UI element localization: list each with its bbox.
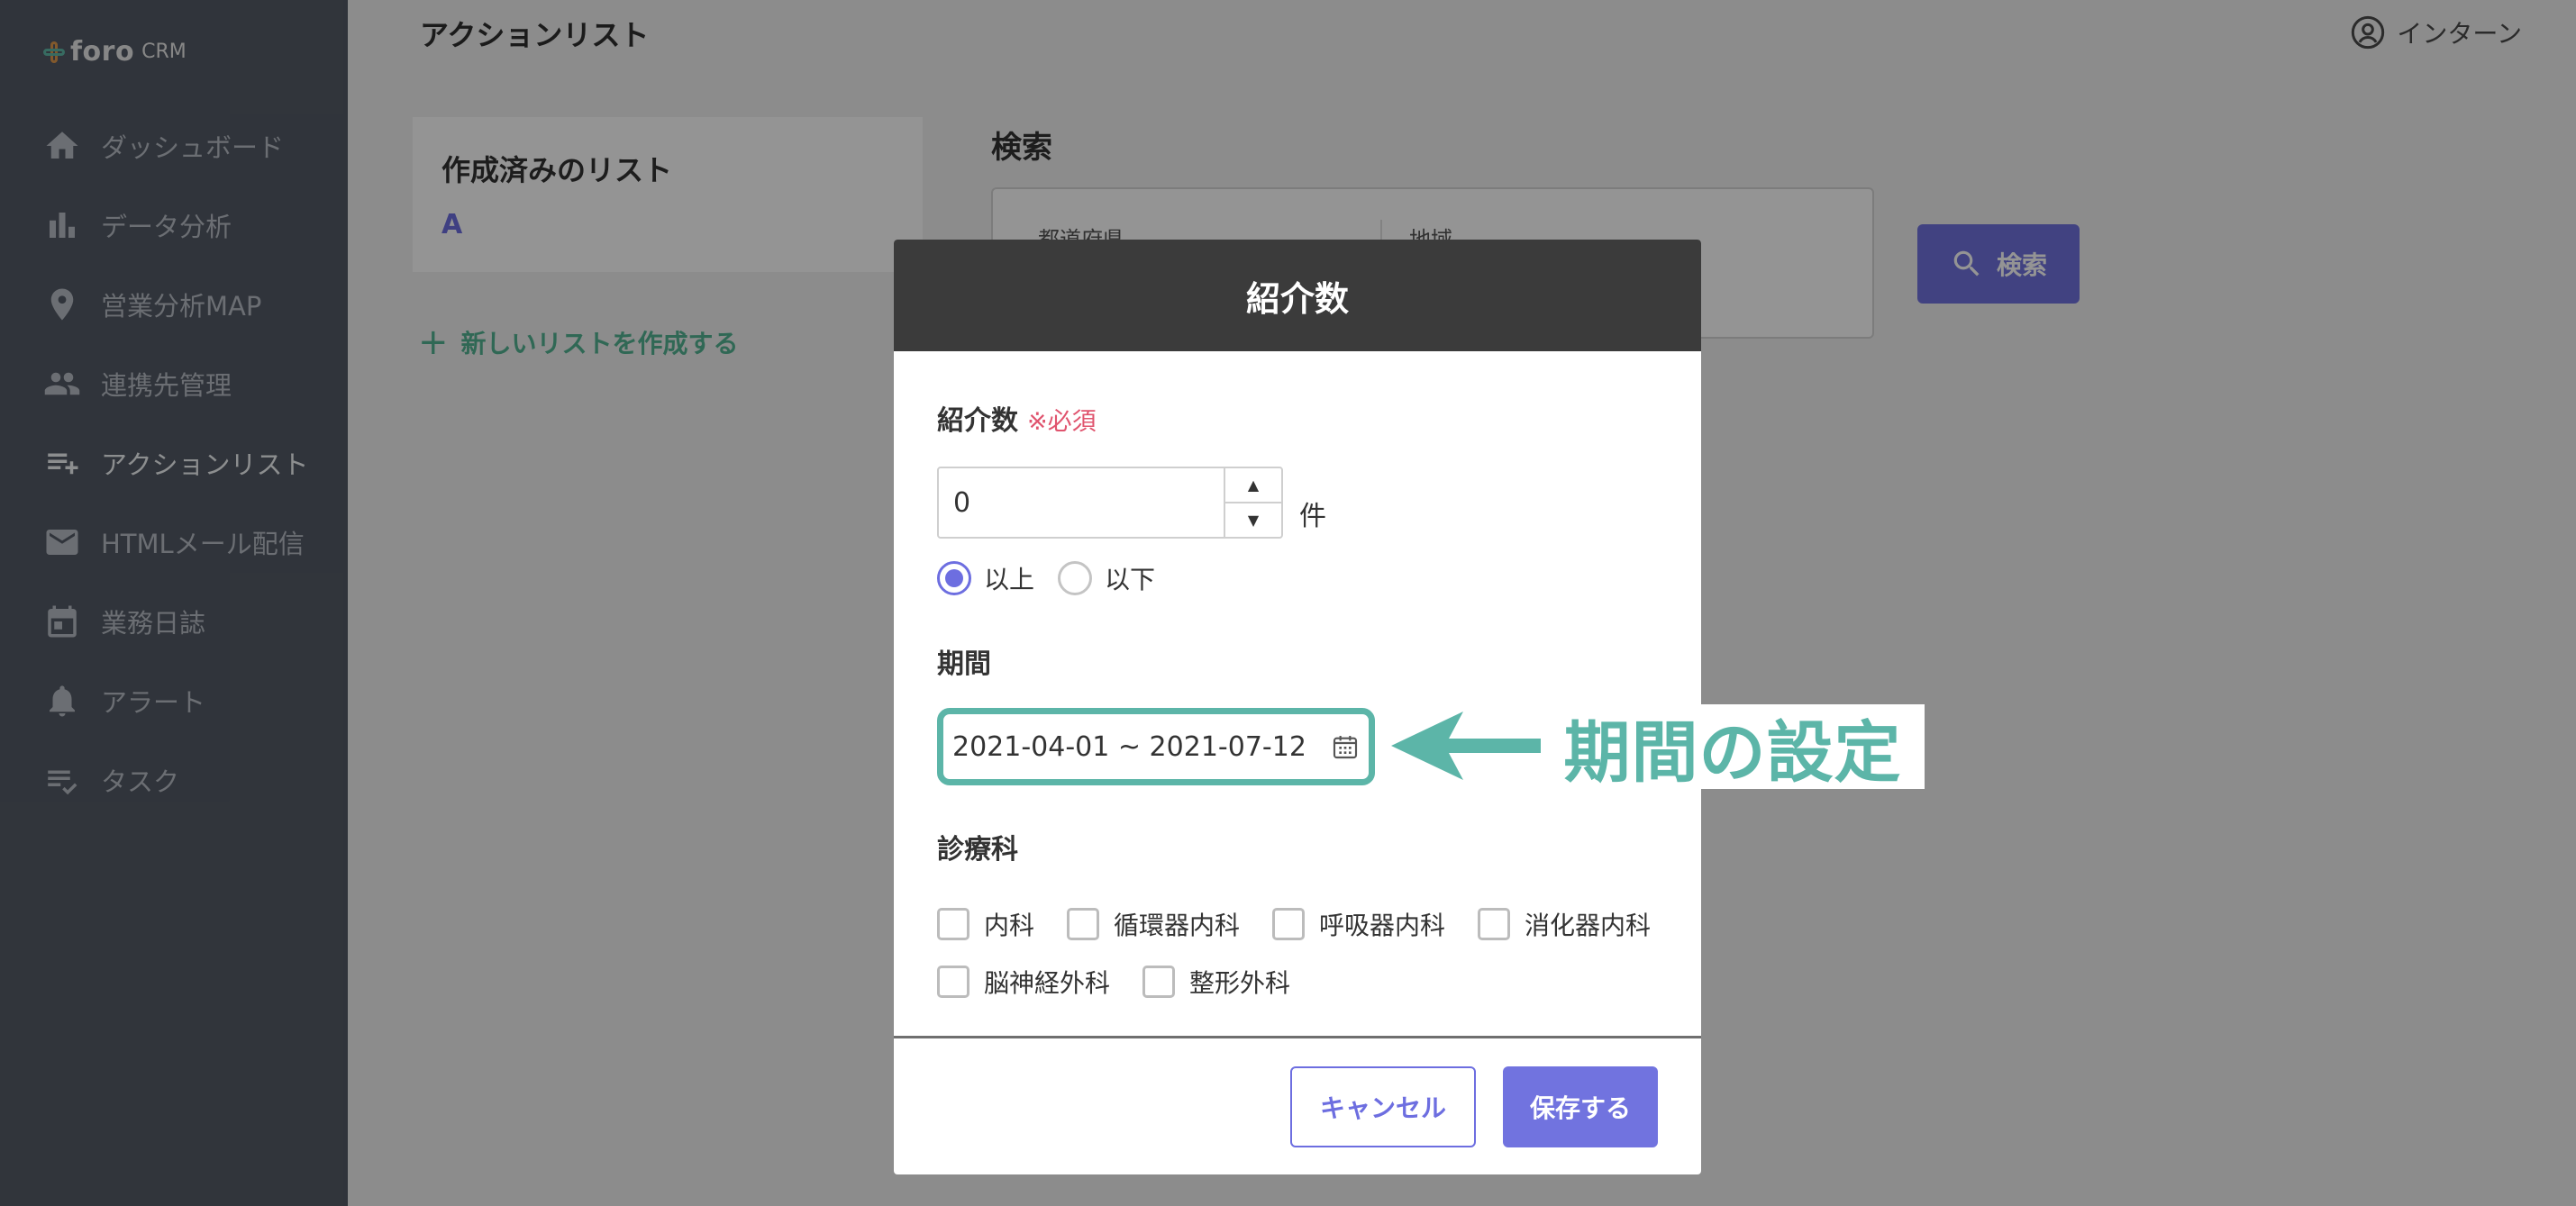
annotation-arrow-icon [1391, 712, 1544, 780]
period-date-range-input[interactable]: 2021-04-01 ~ 2021-07-12 [937, 708, 1375, 785]
stepper-controls: ▲ ▼ [1224, 468, 1281, 537]
checkbox-label: 整形外科 [1189, 968, 1291, 998]
checkbox-label: 呼吸器内科 [1319, 911, 1446, 940]
decrement-button[interactable]: ▼ [1225, 503, 1281, 537]
save-button[interactable]: 保存する [1503, 1066, 1658, 1147]
modal-footer-divider [894, 1036, 1701, 1038]
period-value: 2021-04-01 ~ 2021-07-12 [952, 730, 1306, 763]
radio-label: 以下 [1105, 565, 1156, 594]
department-checkbox[interactable]: 循環器内科 [1067, 906, 1240, 942]
radio-at-least[interactable]: 以上 [937, 560, 1034, 596]
count-label-row: 紹介数 ※必須 [937, 398, 1097, 438]
annotation-label: 期間の設定 [1541, 704, 1925, 792]
checkbox-label: 循環器内科 [1114, 911, 1241, 940]
checkbox-label: 消化器内科 [1525, 911, 1652, 940]
radio-unchecked-icon [1058, 561, 1093, 595]
department-checkbox[interactable]: 整形外科 [1142, 964, 1290, 1000]
checkbox-icon [937, 908, 969, 940]
checkbox-label: 脳神経外科 [984, 968, 1111, 998]
checkbox-icon [1067, 908, 1100, 940]
department-label: 診療科 [937, 834, 1018, 866]
count-input[interactable]: 0 [939, 468, 1224, 537]
calendar-icon[interactable] [1331, 732, 1360, 761]
count-label: 紹介数 [937, 405, 1018, 437]
increment-button[interactable]: ▲ [1225, 468, 1281, 503]
count-unit: 件 [1299, 501, 1326, 532]
radio-checked-icon [937, 561, 971, 595]
checkbox-icon [1142, 966, 1176, 998]
period-label: 期間 [937, 648, 991, 680]
caret-up-icon: ▲ [1247, 476, 1260, 494]
checkbox-icon [1478, 908, 1511, 940]
department-checkbox[interactable]: 脳神経外科 [937, 964, 1110, 1000]
cancel-button[interactable]: キャンセル [1290, 1066, 1476, 1147]
department-checkbox-group: 内科 循環器内科 呼吸器内科 消化器内科 脳神経外科 整形外科 [937, 895, 1676, 1011]
radio-at-most[interactable]: 以下 [1058, 560, 1155, 596]
checkbox-label: 内科 [984, 911, 1035, 940]
checkbox-icon [1272, 908, 1306, 940]
required-badge: ※必須 [1027, 408, 1097, 436]
department-checkbox[interactable]: 呼吸器内科 [1272, 906, 1445, 942]
comparison-radio-group: 以上 以下 [937, 560, 1164, 596]
modal-title: 紹介数 [894, 240, 1701, 351]
caret-down-icon: ▼ [1247, 512, 1260, 529]
department-checkbox[interactable]: 内科 [937, 906, 1034, 942]
count-stepper: 0 ▲ ▼ [937, 467, 1283, 539]
department-checkbox[interactable]: 消化器内科 [1478, 906, 1651, 942]
checkbox-icon [937, 966, 969, 998]
radio-label: 以上 [984, 565, 1035, 594]
